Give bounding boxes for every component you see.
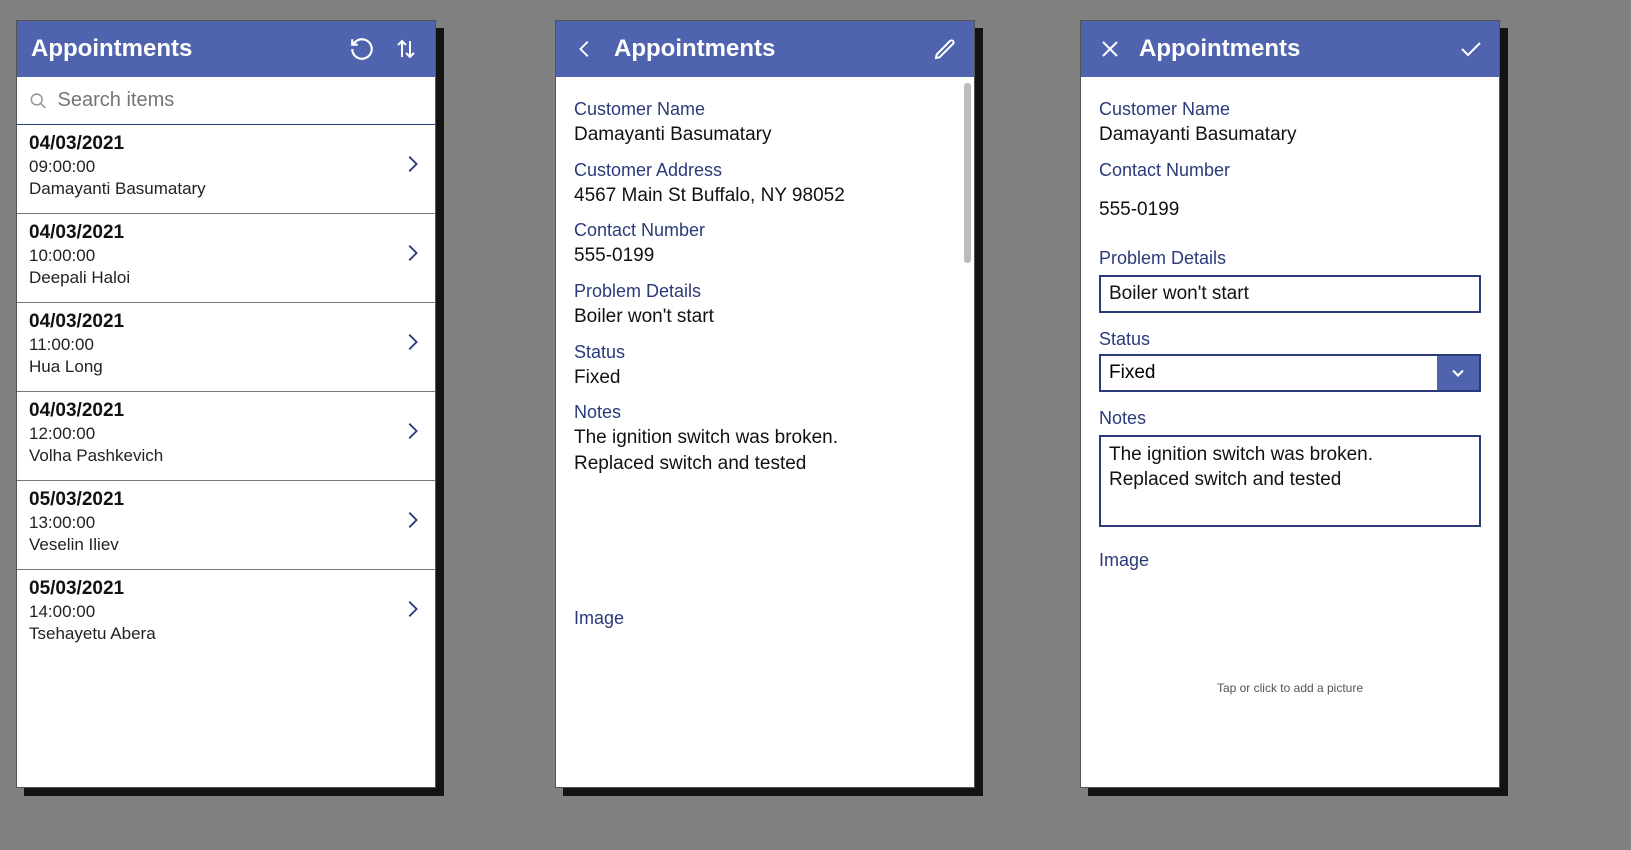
sort-icon xyxy=(394,36,418,62)
detail-body: Customer Name Damayanti Basumatary Custo… xyxy=(556,77,974,787)
item-time: 12:00:00 xyxy=(29,424,401,444)
image-picker[interactable]: Tap or click to add a picture xyxy=(1099,681,1481,695)
back-button[interactable] xyxy=(570,34,600,64)
appointment-list: 04/03/2021 09:00:00 Damayanti Basumatary… xyxy=(17,125,435,658)
edit-button[interactable] xyxy=(930,34,960,64)
label-notes: Notes xyxy=(1099,408,1481,429)
item-date: 05/03/2021 xyxy=(29,489,401,511)
item-name: Damayanti Basumatary xyxy=(29,179,401,199)
search-input[interactable] xyxy=(58,89,423,112)
label-customer-address: Customer Address xyxy=(574,160,956,181)
list-item[interactable]: 05/03/2021 13:00:00 Veselin Iliev xyxy=(17,480,435,569)
accept-button[interactable] xyxy=(1455,34,1485,64)
detail-header: Appointments xyxy=(556,21,974,77)
page-title: Appointments xyxy=(1139,35,1441,63)
chevron-left-icon xyxy=(574,36,596,62)
list-item[interactable]: 04/03/2021 11:00:00 Hua Long xyxy=(17,302,435,391)
chevron-down-icon xyxy=(1437,356,1479,390)
page-title: Appointments xyxy=(614,35,916,63)
search-row xyxy=(17,77,435,125)
label-notes: Notes xyxy=(574,402,956,423)
item-name: Deepali Haloi xyxy=(29,268,401,288)
value-status: Fixed xyxy=(574,365,956,391)
value-problem-details: Boiler won't start xyxy=(574,304,956,330)
item-time: 10:00:00 xyxy=(29,246,401,266)
label-status: Status xyxy=(1099,329,1481,350)
refresh-button[interactable] xyxy=(347,34,377,64)
item-date: 04/03/2021 xyxy=(29,311,401,333)
sort-button[interactable] xyxy=(391,34,421,64)
list-item[interactable]: 05/03/2021 14:00:00 Tsehayetu Abera xyxy=(17,569,435,658)
item-name: Volha Pashkevich xyxy=(29,446,401,466)
edit-header: Appointments xyxy=(1081,21,1499,77)
label-contact-number: Contact Number xyxy=(1099,160,1481,181)
value-contact-number: 555-0199 xyxy=(574,243,956,269)
close-icon xyxy=(1098,37,1122,61)
label-problem-details: Problem Details xyxy=(1099,248,1481,269)
search-icon xyxy=(29,91,48,111)
chevron-right-icon xyxy=(401,239,423,272)
pencil-icon xyxy=(933,37,957,61)
scrollbar[interactable] xyxy=(964,83,971,263)
item-time: 09:00:00 xyxy=(29,157,401,177)
chevron-right-icon xyxy=(401,595,423,628)
chevron-right-icon xyxy=(401,150,423,183)
status-select-value: Fixed xyxy=(1101,356,1437,390)
cancel-button[interactable] xyxy=(1095,34,1125,64)
detail-screen: Appointments Customer Name Damayanti Bas… xyxy=(555,20,975,788)
edit-screen: Appointments Customer Name Damayanti Bas… xyxy=(1080,20,1500,788)
item-time: 14:00:00 xyxy=(29,602,401,622)
label-customer-name: Customer Name xyxy=(574,99,956,120)
edit-body: Customer Name Damayanti Basumatary Conta… xyxy=(1081,77,1499,705)
value-notes: The ignition switch was broken. Replaced… xyxy=(574,425,956,476)
value-customer-address: 4567 Main St Buffalo, NY 98052 xyxy=(574,183,956,209)
label-image: Image xyxy=(574,608,956,629)
notes-input[interactable] xyxy=(1099,435,1481,527)
value-customer-name: Damayanti Basumatary xyxy=(1099,122,1481,148)
item-date: 05/03/2021 xyxy=(29,578,401,600)
label-status: Status xyxy=(574,342,956,363)
label-customer-name: Customer Name xyxy=(1099,99,1481,120)
item-date: 04/03/2021 xyxy=(29,133,401,155)
item-date: 04/03/2021 xyxy=(29,400,401,422)
list-screen: Appointments 04/03/2021 09:00:00 Damayan… xyxy=(16,20,436,788)
item-time: 11:00:00 xyxy=(29,335,401,355)
item-name: Tsehayetu Abera xyxy=(29,624,401,644)
value-customer-name: Damayanti Basumatary xyxy=(574,122,956,148)
list-item[interactable]: 04/03/2021 10:00:00 Deepali Haloi xyxy=(17,213,435,302)
list-item[interactable]: 04/03/2021 09:00:00 Damayanti Basumatary xyxy=(17,125,435,213)
label-image: Image xyxy=(1099,550,1481,571)
label-contact-number: Contact Number xyxy=(574,220,956,241)
item-time: 13:00:00 xyxy=(29,513,401,533)
label-problem-details: Problem Details xyxy=(574,281,956,302)
item-name: Veselin Iliev xyxy=(29,535,401,555)
list-header: Appointments xyxy=(17,21,435,77)
chevron-right-icon xyxy=(401,328,423,361)
item-name: Hua Long xyxy=(29,357,401,377)
chevron-right-icon xyxy=(401,506,423,539)
list-item[interactable]: 04/03/2021 12:00:00 Volha Pashkevich xyxy=(17,391,435,480)
checkmark-icon xyxy=(1456,37,1484,61)
page-title: Appointments xyxy=(31,35,333,63)
item-date: 04/03/2021 xyxy=(29,222,401,244)
refresh-icon xyxy=(349,36,375,62)
chevron-right-icon xyxy=(401,417,423,450)
value-contact-number: 555-0199 xyxy=(1099,197,1481,223)
status-select[interactable]: Fixed xyxy=(1099,354,1481,392)
problem-details-input[interactable] xyxy=(1099,275,1481,313)
